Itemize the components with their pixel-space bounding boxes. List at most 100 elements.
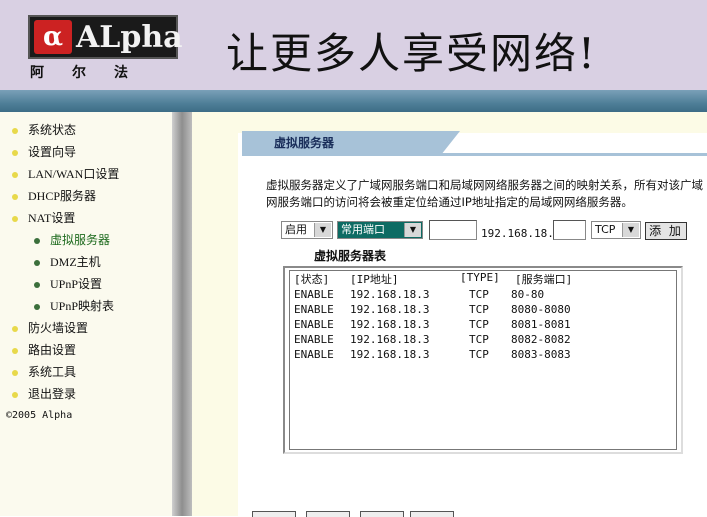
bullet-icon <box>12 128 18 135</box>
bottom-button-1[interactable] <box>252 511 296 517</box>
sidebar-item-label: DMZ主机 <box>50 255 101 269</box>
sidebar-item-lan-wan[interactable]: LAN/WAN口设置 <box>12 164 119 184</box>
sidebar-item-label: 设置向导 <box>28 145 77 159</box>
sidebar-item-virtual-server[interactable]: 虚拟服务器 <box>34 230 110 250</box>
sidebar-item-label: UPnP设置 <box>50 277 103 291</box>
table-row[interactable]: ENABLE 192.168.18.3 TCP 8083-8083 <box>294 348 674 363</box>
protocol-select[interactable]: TCP ▼ <box>591 221 641 239</box>
cell-ip: 192.168.18.3 <box>350 348 430 361</box>
cell-ip: 192.168.18.3 <box>350 318 430 331</box>
sidebar-item-label: 虚拟服务器 <box>50 233 111 247</box>
port-type-select-value: 常用端口 <box>341 223 385 236</box>
sidebar-item-label: 系统状态 <box>28 123 77 137</box>
cell-port: 8081-8081 <box>511 318 571 331</box>
brand-logo: α ALpha <box>28 15 183 59</box>
header-slogan: 让更多人享受网络! <box>226 29 597 78</box>
bullet-icon <box>12 348 18 355</box>
enable-select-value: 启用 <box>285 223 307 236</box>
sidebar-item-firewall[interactable]: 防火墙设置 <box>12 318 88 338</box>
bottom-button-2[interactable] <box>306 511 350 517</box>
sidebar-item-dmz[interactable]: DMZ主机 <box>34 252 101 272</box>
logo-mark: α <box>34 20 72 54</box>
table-title: 虚拟服务器表 <box>314 249 387 263</box>
sidebar-item-upnp-map[interactable]: UPnP映射表 <box>34 296 114 316</box>
cell-status: ENABLE <box>294 288 334 301</box>
table-header-row: [状态] [IP地址] [TYPE] [服务端口] <box>294 271 674 286</box>
cell-type: TCP <box>469 333 489 346</box>
cell-type: TCP <box>469 288 489 301</box>
logo-chinese-name: 阿尔法 <box>30 65 156 81</box>
bullet-icon <box>12 194 18 201</box>
cell-port: 8082-8082 <box>511 333 571 346</box>
sidebar-item-label: LAN/WAN口设置 <box>28 167 120 181</box>
cell-port: 80-80 <box>511 288 545 301</box>
sidebar-item-label: 系统工具 <box>28 365 77 379</box>
bullet-icon <box>34 282 40 289</box>
cell-ip: 192.168.18.3 <box>350 288 430 301</box>
bullet-icon <box>12 172 18 179</box>
table-row[interactable]: ENABLE 192.168.18.3 TCP 8082-8082 <box>294 333 674 348</box>
bottom-button-4[interactable] <box>410 511 454 517</box>
enable-select[interactable]: 启用 ▼ <box>281 221 333 239</box>
bullet-icon <box>34 238 40 245</box>
add-button[interactable]: 添 加 <box>645 222 687 240</box>
column-header-type: [TYPE] <box>460 271 500 284</box>
table-row[interactable]: ENABLE 192.168.18.3 TCP 8080-8080 <box>294 303 674 318</box>
cell-type: TCP <box>469 318 489 331</box>
logo-text: ALpha <box>76 20 183 55</box>
cell-status: ENABLE <box>294 333 334 346</box>
title-underline <box>242 153 707 156</box>
column-header-status: [状态] <box>294 273 330 286</box>
sidebar-item-label: UPnP映射表 <box>50 299 115 313</box>
cell-port: 8080-8080 <box>511 303 571 316</box>
sidebar-item-system-status[interactable]: 系统状态 <box>12 120 76 140</box>
header-bar <box>0 90 707 112</box>
bottom-button-3[interactable] <box>360 511 404 517</box>
sidebar-item-label: 路由设置 <box>28 343 77 357</box>
cell-status: ENABLE <box>294 303 334 316</box>
cell-type: TCP <box>469 303 489 316</box>
cell-status: ENABLE <box>294 318 334 331</box>
cell-ip: 192.168.18.3 <box>350 303 430 316</box>
page-header: α ALpha 阿尔法 让更多人享受网络! <box>0 0 707 90</box>
frame-divider[interactable] <box>172 112 192 516</box>
cell-ip: 192.168.18.3 <box>350 333 430 346</box>
bullet-icon <box>12 326 18 333</box>
page-description: 虚拟服务器定义了广域网服务端口和局域网网络服务器之间的映射关系，所有对该广域网服… <box>266 178 703 209</box>
bullet-icon <box>34 260 40 267</box>
bullet-icon <box>12 370 18 377</box>
sidebar-item-setup-wizard[interactable]: 设置向导 <box>12 142 76 162</box>
cell-type: TCP <box>469 348 489 361</box>
bullet-icon <box>12 216 18 223</box>
copyright: ©2005 Alpha <box>6 410 73 421</box>
sidebar-item-logout[interactable]: 退出登录 <box>12 384 76 404</box>
port-type-select[interactable]: 常用端口 ▼ <box>337 221 423 239</box>
bullet-icon <box>12 150 18 157</box>
sidebar-nav: 系统状态 设置向导 LAN/WAN口设置 DHCP服务器 NAT设置 虚拟服务器… <box>0 112 172 516</box>
chevron-down-icon: ▼ <box>622 223 639 237</box>
chevron-down-icon: ▼ <box>314 223 331 237</box>
sidebar-item-label: 退出登录 <box>28 387 77 401</box>
sidebar-item-label: 防火墙设置 <box>28 321 89 335</box>
bottom-button-row <box>250 511 460 517</box>
sidebar-item-dhcp[interactable]: DHCP服务器 <box>12 186 96 206</box>
sidebar-item-nat[interactable]: NAT设置 <box>12 208 75 228</box>
page-title: 虚拟服务器 <box>274 136 335 150</box>
table-row[interactable]: ENABLE 192.168.18.3 TCP 80-80 <box>294 288 674 303</box>
bullet-icon <box>12 392 18 399</box>
cell-status: ENABLE <box>294 348 334 361</box>
sidebar-item-routing[interactable]: 路由设置 <box>12 340 76 360</box>
cell-port: 8083-8083 <box>511 348 571 361</box>
sidebar-item-label: NAT设置 <box>28 211 76 225</box>
bullet-icon <box>34 304 40 311</box>
column-header-ip: [IP地址] <box>350 273 399 286</box>
ip-prefix: 192.168.18. <box>481 227 554 240</box>
table-row[interactable]: ENABLE 192.168.18.3 TCP 8081-8081 <box>294 318 674 333</box>
protocol-select-value: TCP <box>595 223 616 236</box>
port-input[interactable] <box>429 220 477 240</box>
sidebar-item-system-tools[interactable]: 系统工具 <box>12 362 76 382</box>
chevron-down-icon: ▼ <box>404 223 421 237</box>
ip-last-octet-input[interactable] <box>553 220 586 240</box>
column-header-port: [服务端口] <box>515 273 573 286</box>
sidebar-item-upnp-settings[interactable]: UPnP设置 <box>34 274 102 294</box>
